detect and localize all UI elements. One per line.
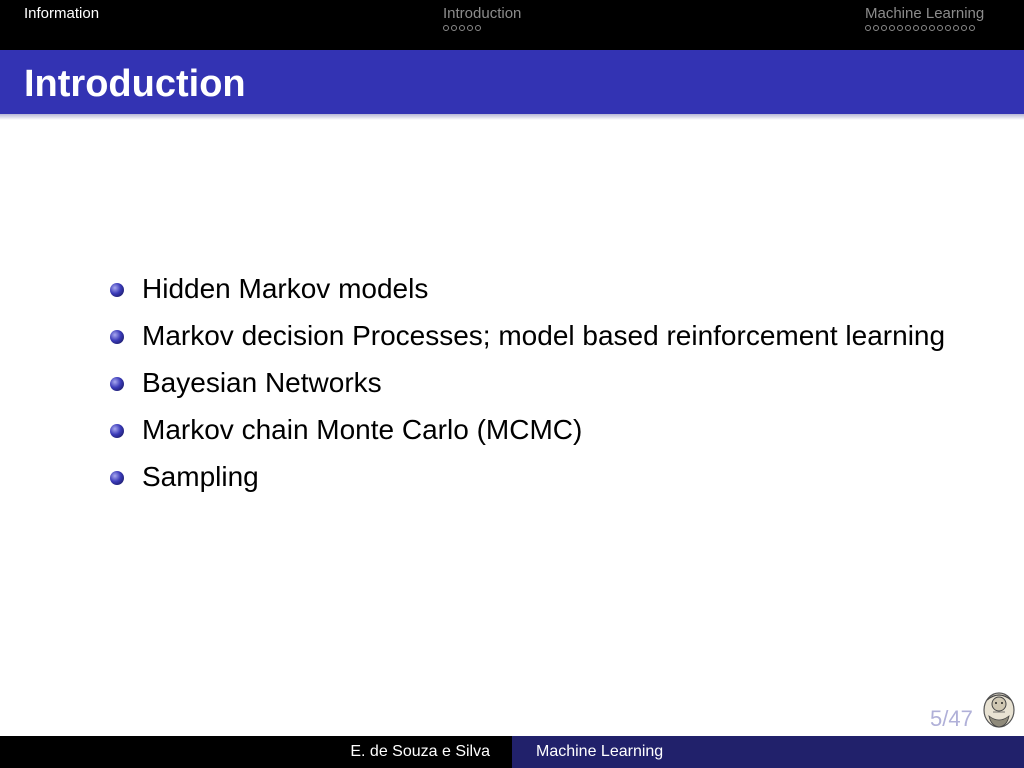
slide-dot-icon[interactable]	[897, 25, 903, 31]
list-item: Hidden Markov models	[108, 270, 948, 308]
frame-title: Introduction	[24, 63, 246, 105]
nav-section-information[interactable]: Information	[24, 5, 99, 23]
list-item-text: Markov chain Monte Carlo (MCMC)	[142, 414, 583, 445]
frame-title-bar: Introduction	[0, 50, 1024, 120]
list-item: Bayesian Networks	[108, 364, 948, 402]
bullet-icon	[110, 283, 124, 297]
list-item-text: Bayesian Networks	[142, 367, 382, 398]
bullet-list: Hidden Markov models Markov decision Pro…	[108, 270, 948, 496]
list-item: Sampling	[108, 458, 948, 496]
nav-section-introduction[interactable]: Introduction	[443, 5, 521, 31]
slide-dot-icon[interactable]	[467, 25, 473, 31]
slide-dot-icon[interactable]	[873, 25, 879, 31]
slide-dot-icon[interactable]	[961, 25, 967, 31]
nav-slide-dots	[865, 25, 984, 31]
slide-dot-icon[interactable]	[937, 25, 943, 31]
slide-dot-icon[interactable]	[929, 25, 935, 31]
page-number: 5/47	[930, 706, 973, 731]
nav-section-machine-learning[interactable]: Machine Learning	[865, 5, 984, 31]
slide-dot-icon[interactable]	[459, 25, 465, 31]
bullet-icon	[110, 424, 124, 438]
slide-dot-icon[interactable]	[953, 25, 959, 31]
footer-title: Machine Learning	[512, 736, 1024, 768]
nav-section-label: Machine Learning	[865, 5, 985, 22]
slide-dot-icon[interactable]	[475, 25, 481, 31]
slide-dot-icon[interactable]	[865, 25, 871, 31]
list-item: Markov decision Processes; model based r…	[108, 317, 948, 355]
slide-dot-icon[interactable]	[945, 25, 951, 31]
nav-section-label: Information	[24, 5, 100, 22]
university-logo-icon	[983, 692, 1015, 728]
slide-content: Hidden Markov models Markov decision Pro…	[108, 270, 948, 505]
footer-author: E. de Souza e Silva	[0, 736, 512, 768]
list-item: Markov chain Monte Carlo (MCMC)	[108, 411, 948, 449]
bullet-icon	[110, 330, 124, 344]
nav-slide-dots	[443, 25, 521, 31]
slide-dot-icon[interactable]	[913, 25, 919, 31]
slide-dot-icon[interactable]	[905, 25, 911, 31]
nav-section-label: Introduction	[443, 5, 522, 22]
bullet-icon	[110, 471, 124, 485]
slide-dot-icon[interactable]	[889, 25, 895, 31]
slide-dot-icon[interactable]	[451, 25, 457, 31]
section-navigation: Information Introduction Machine Learnin…	[0, 0, 1024, 50]
slide-dot-icon[interactable]	[443, 25, 449, 31]
list-item-text: Markov decision Processes; model based r…	[142, 320, 946, 351]
list-item-text: Sampling	[142, 461, 259, 492]
bullet-icon	[110, 377, 124, 391]
list-item-text: Hidden Markov models	[142, 273, 429, 304]
slide-dot-icon[interactable]	[969, 25, 975, 31]
slide-footer: E. de Souza e Silva Machine Learning	[0, 736, 1024, 768]
slide-dot-icon[interactable]	[881, 25, 887, 31]
slide-dot-icon[interactable]	[921, 25, 927, 31]
